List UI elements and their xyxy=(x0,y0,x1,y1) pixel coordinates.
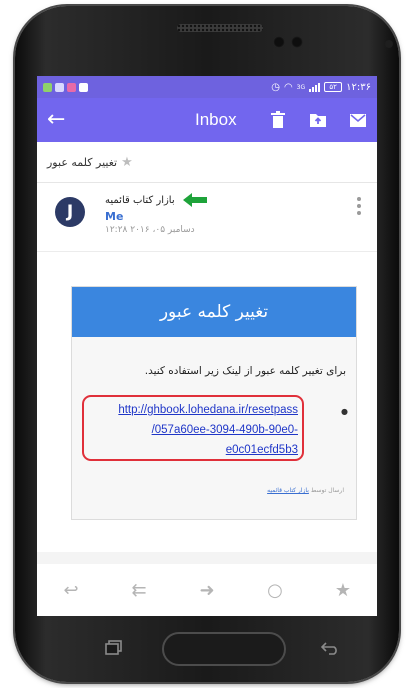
mail-icon[interactable] xyxy=(349,111,367,129)
light-sensor xyxy=(291,36,303,48)
star-icon[interactable]: ★ xyxy=(121,155,133,170)
proximity-sensor xyxy=(273,36,285,48)
reply-icon[interactable]: ↩ xyxy=(56,580,86,601)
sender-row[interactable]: J بازار کتاب قائمیه Me دسامبر ۰۵، ۲۰۱۶ ۱… xyxy=(37,183,377,252)
move-to-folder-icon[interactable] xyxy=(309,111,327,129)
email-date: دسامبر ۰۵، ۲۰۱۶ ۱۲:۲۸ xyxy=(105,225,195,235)
bottom-action-bar: ↩ ⇇ ➜ ○ ★ xyxy=(37,564,377,616)
notification-icon xyxy=(43,82,52,92)
notification-icon xyxy=(79,82,88,92)
notification-icon xyxy=(67,82,76,92)
footer-prefix: ارسال توسط xyxy=(310,487,344,494)
hardware-nav-bar xyxy=(52,624,392,672)
green-arrow-icon xyxy=(183,193,207,207)
reset-link-line-1[interactable]: http://ghbook.lohedana.ir/resetpass xyxy=(88,400,298,420)
status-bar: ◷ ◠ 3G ۵۲ ۱۲:۳۶ xyxy=(37,76,377,98)
notification-icons xyxy=(43,82,88,92)
device-screen: ◷ ◠ 3G ۵۲ ۱۲:۳۶ ← Inbox ★ تغییر کلمه عبو… xyxy=(37,76,377,616)
alarm-icon: ◷ xyxy=(271,81,280,93)
home-button[interactable] xyxy=(162,632,286,666)
reset-link-line-3[interactable]: e0c01ecfd5b3 xyxy=(88,440,298,460)
status-indicators: ◷ ◠ 3G ۵۲ ۱۲:۳۶ xyxy=(271,82,371,93)
front-camera xyxy=(385,40,393,48)
back-key-icon[interactable] xyxy=(314,632,346,664)
email-card: تغییر کلمه عبور برای تغییر کلمه عبور از … xyxy=(71,286,357,520)
arrow-left-icon[interactable]: ← xyxy=(47,109,75,131)
instruction-text: برای تغییر کلمه عبور از لینک زیر استفاده… xyxy=(144,365,346,377)
earpiece-speaker xyxy=(177,24,263,32)
reset-link-highlight: http://ghbook.lohedana.ir/resetpass /057… xyxy=(82,395,304,461)
email-subject: تغییر کلمه عبور xyxy=(47,155,118,169)
email-body: تغییر کلمه عبور برای تغییر کلمه عبور از … xyxy=(37,252,377,552)
forward-icon[interactable]: ➜ xyxy=(192,580,222,601)
reply-all-icon[interactable]: ⇇ xyxy=(124,580,154,601)
bullet-icon: ● xyxy=(341,407,348,416)
footer-link[interactable]: بازار کتاب قائمیه xyxy=(267,487,309,494)
subject-row: ★ تغییر کلمه عبور xyxy=(37,142,377,183)
network-type: 3G xyxy=(296,83,306,91)
sent-by-footer: ارسال توسط بازار کتاب قائمیه xyxy=(267,487,344,494)
card-header: تغییر کلمه عبور xyxy=(72,287,356,337)
battery-level: ۵۲ xyxy=(324,82,343,92)
sender-name: بازار کتاب قائمیه xyxy=(105,195,175,206)
status-time: ۱۲:۳۶ xyxy=(346,81,371,93)
recipient[interactable]: Me xyxy=(105,210,123,223)
recent-apps-icon[interactable] xyxy=(98,632,130,664)
app-bar-actions xyxy=(269,111,367,129)
inbox-title: Inbox xyxy=(195,110,237,129)
reset-link-line-2[interactable]: /057a60ee-3094-490b-90e0- xyxy=(88,420,298,440)
circle-icon[interactable]: ○ xyxy=(260,580,290,601)
app-bar: ← Inbox xyxy=(37,98,377,142)
star-icon[interactable]: ★ xyxy=(328,580,358,601)
notification-icon xyxy=(55,82,64,92)
more-options-icon[interactable] xyxy=(357,197,361,215)
wifi-icon: ◠ xyxy=(283,81,293,93)
signal-icon xyxy=(309,82,321,92)
archive-icon[interactable] xyxy=(269,111,287,129)
avatar[interactable]: J xyxy=(55,197,85,227)
